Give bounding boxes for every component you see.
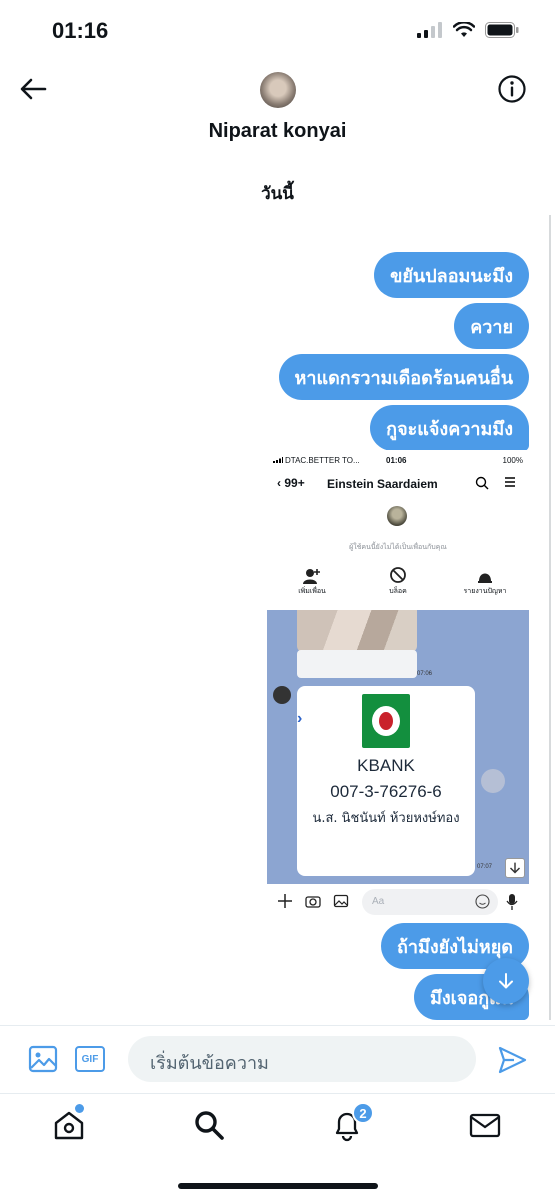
embedded-input-bar: Aa bbox=[267, 884, 529, 920]
embedded-plus-icon bbox=[278, 894, 292, 908]
home-unread-dot bbox=[75, 1104, 84, 1113]
search-icon[interactable] bbox=[192, 1108, 226, 1142]
embedded-timestamp: 07:07 bbox=[477, 864, 493, 870]
embedded-sender-avatar bbox=[273, 686, 291, 704]
back-arrow-icon[interactable] bbox=[18, 74, 48, 104]
contact-avatar[interactable] bbox=[260, 72, 296, 108]
messages-mail-icon[interactable] bbox=[468, 1108, 502, 1142]
arrow-down-icon bbox=[499, 973, 513, 989]
add-friend-icon bbox=[303, 569, 320, 584]
embedded-battery: 100% bbox=[502, 456, 523, 465]
info-icon[interactable] bbox=[497, 74, 527, 104]
kbank-logo-icon bbox=[362, 694, 410, 748]
bank-account-holder: น.ส. นิชนันท์ ห้วยหงษ์ทอง bbox=[312, 811, 460, 826]
embedded-carrier: DTAC.BETTER TO... bbox=[285, 456, 360, 465]
embedded-report-label: รายงานปัญหา bbox=[463, 587, 507, 595]
shared-screenshot-image[interactable]: DTAC.BETTER TO... 01:06 100% ‹ 99+ Einst… bbox=[267, 450, 529, 920]
embedded-chat-area: 07:06 KBANK 007-3-76276-6 น.ส. นิชนันท์ … bbox=[267, 610, 529, 884]
message-bubble[interactable]: หาแดกรวามเดือดร้อนคนอื่น bbox=[278, 354, 529, 400]
contact-name[interactable]: Niparat konyai bbox=[0, 120, 555, 143]
embedded-block-label: บล็อค bbox=[389, 587, 407, 595]
embedded-time: 01:06 bbox=[386, 456, 407, 465]
message-composer: GIF เริ่มต้นข้อความ bbox=[0, 1025, 555, 1093]
embedded-signal-icon bbox=[273, 457, 283, 463]
scroll-to-bottom-button[interactable] bbox=[483, 958, 529, 1004]
embedded-camera-icon bbox=[305, 896, 321, 908]
message-input[interactable]: เริ่มต้นข้อความ bbox=[128, 1036, 476, 1082]
embedded-mini-toolbar bbox=[297, 650, 417, 678]
bank-name: KBANK bbox=[357, 756, 415, 775]
home-indicator bbox=[178, 1183, 378, 1189]
wifi-icon bbox=[453, 22, 475, 37]
embedded-back-count: ‹ 99+ bbox=[277, 476, 305, 490]
bank-account-number: 007-3-76276-6 bbox=[330, 782, 442, 801]
embedded-search-icon bbox=[475, 476, 489, 490]
date-separator: วันนี้ bbox=[261, 184, 294, 204]
embedded-mic-icon bbox=[506, 894, 518, 910]
battery-icon bbox=[485, 22, 519, 38]
embedded-menu-icon bbox=[505, 477, 515, 487]
cellular-signal-icon bbox=[417, 22, 442, 38]
embedded-input-field: Aa bbox=[362, 889, 498, 915]
scrollbar[interactable] bbox=[549, 215, 551, 1020]
bank-account-card: KBANK 007-3-76276-6 น.ส. นิชนันท์ ห้วยหง… bbox=[297, 686, 475, 876]
message-bubble[interactable]: ควาย bbox=[454, 303, 529, 349]
embedded-emoji-icon bbox=[475, 894, 490, 909]
embedded-timestamp: 07:06 bbox=[417, 671, 433, 677]
message-input-placeholder: เริ่มต้นข้อความ bbox=[150, 1053, 269, 1074]
status-bar: 01:16 bbox=[0, 0, 555, 64]
embedded-back-count-label: 99+ bbox=[284, 476, 305, 490]
embedded-add-friend-label: เพิ่มเพื่อน bbox=[298, 587, 326, 595]
report-icon bbox=[478, 573, 492, 583]
send-icon[interactable] bbox=[496, 1044, 528, 1076]
embedded-share-icon bbox=[481, 769, 505, 793]
status-icons bbox=[417, 22, 519, 38]
image-icon[interactable] bbox=[28, 1044, 58, 1074]
status-time: 01:16 bbox=[52, 18, 109, 43]
embedded-contact-name: Einstein Saardaiem bbox=[327, 477, 438, 491]
embedded-status-bar: DTAC.BETTER TO... 01:06 100% bbox=[267, 450, 529, 472]
embedded-input-placeholder: Aa bbox=[372, 896, 385, 907]
embedded-photo bbox=[297, 610, 417, 652]
embedded-down-arrow-icon bbox=[505, 858, 525, 878]
gif-button[interactable]: GIF bbox=[75, 1046, 105, 1072]
embedded-actions: เพิ่มเพื่อน บล็อค รายงานปัญหา bbox=[267, 566, 529, 602]
embedded-report: รายงานปัญหา bbox=[445, 566, 525, 597]
message-bubble[interactable]: ขยันปลอมนะมึง bbox=[374, 252, 529, 298]
embedded-add-friend: เพิ่มเพื่อน bbox=[272, 566, 352, 597]
chat-header: Niparat konyai bbox=[0, 64, 555, 174]
block-icon bbox=[390, 567, 406, 583]
embedded-avatar bbox=[387, 506, 407, 526]
embedded-notice: ผู้ใช้คนนี้ยังไม่ได้เป็นเพื่อนกับคุณ bbox=[349, 543, 447, 551]
embedded-nav-bar: ‹ 99+ Einstein Saardaiem bbox=[267, 472, 529, 498]
notification-badge: 2 bbox=[352, 1102, 374, 1124]
embedded-chevron-icon: › bbox=[297, 710, 303, 727]
message-bubble[interactable]: กูจะแจ้งความมึง bbox=[370, 405, 529, 451]
embedded-image-icon bbox=[333, 894, 349, 908]
embedded-block: บล็อค bbox=[358, 566, 438, 597]
home-icon[interactable] bbox=[52, 1108, 86, 1142]
